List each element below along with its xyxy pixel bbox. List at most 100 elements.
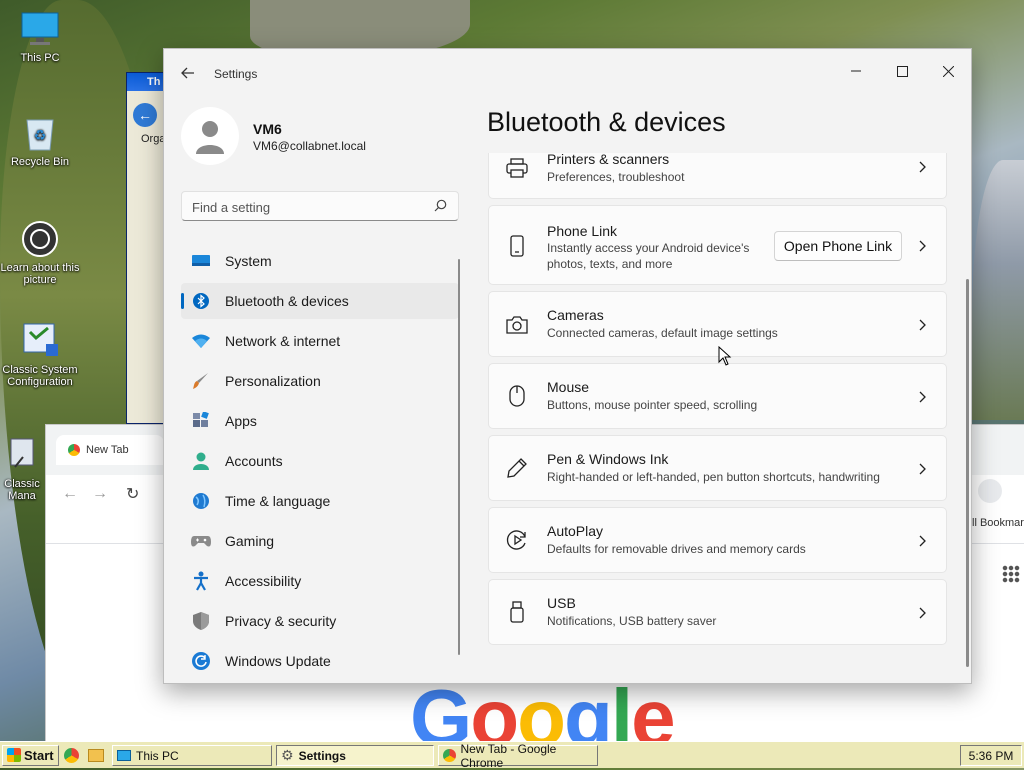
card-subtitle: Notifications, USB battery saver — [547, 614, 717, 628]
card-subtitle: Connected cameras, default image setting… — [547, 326, 778, 340]
taskbar: Start This PC ⚙ Settings New Tab - Googl… — [0, 741, 1024, 770]
brush-icon — [191, 371, 211, 391]
desktop-icon-label: This PC — [20, 52, 60, 64]
settings-titlebar[interactable]: Settings — [164, 49, 971, 97]
nav-item-accounts[interactable]: Accounts — [181, 443, 459, 479]
card-mouse[interactable]: Mouse Buttons, mouse pointer speed, scro… — [488, 363, 947, 429]
nav-item-label: Bluetooth & devices — [225, 293, 349, 309]
search-box[interactable] — [181, 191, 459, 222]
printer-icon — [505, 156, 529, 180]
clock[interactable]: 5:36 PM — [960, 745, 1022, 766]
back-arrow-icon[interactable] — [178, 63, 198, 83]
nav-item-label: Apps — [225, 413, 257, 429]
desktop-icon-recycle-bin[interactable]: ♻ Recycle Bin — [0, 114, 80, 168]
settings-window[interactable]: Settings VM6 VM6@collabnet.local System — [163, 48, 972, 684]
card-subtitle-line2: photos, texts, and more — [547, 257, 673, 271]
nav-item-label: Privacy & security — [225, 613, 337, 629]
chrome-quicklaunch-icon[interactable] — [64, 748, 79, 763]
nav-item-apps[interactable]: Apps — [181, 403, 459, 439]
chevron-right-icon — [916, 390, 930, 404]
nav-item-network[interactable]: Network & internet — [181, 323, 459, 359]
nav-item-bluetooth[interactable]: Bluetooth & devices — [181, 283, 459, 319]
svg-text:♻: ♻ — [34, 127, 47, 143]
open-phone-link-button[interactable]: Open Phone Link — [774, 231, 902, 261]
desktop-icon-label: Classic Mana — [4, 478, 40, 502]
settings-nav: System Bluetooth & devices Network & int… — [181, 243, 459, 683]
card-title: Cameras — [547, 307, 604, 323]
desktop-icon-learn-about[interactable]: Learn about this picture — [0, 220, 80, 286]
monitor-icon — [117, 750, 131, 761]
bluetooth-icon — [191, 291, 211, 311]
card-phone-link[interactable]: Phone Link Instantly access your Android… — [488, 205, 947, 285]
card-usb[interactable]: USB Notifications, USB battery saver — [488, 579, 947, 645]
nav-item-label: Accounts — [225, 453, 283, 469]
system-icon — [191, 251, 211, 271]
nav-item-system[interactable]: System — [181, 243, 459, 279]
taskbar-item-chrome[interactable]: New Tab - Google Chrome — [438, 742, 598, 770]
chevron-right-icon — [916, 534, 930, 548]
card-autoplay[interactable]: AutoPlay Defaults for removable drives a… — [488, 507, 947, 573]
shield-icon — [191, 611, 211, 631]
chrome-profile-icon[interactable] — [978, 479, 1002, 503]
desktop-icon-classic-system-config[interactable]: Classic System Configuration — [0, 322, 80, 388]
start-label: Start — [24, 747, 54, 763]
chrome-reload-icon[interactable]: ↻ — [126, 484, 139, 504]
search-icon[interactable] — [434, 199, 448, 213]
nav-item-gaming[interactable]: Gaming — [181, 523, 459, 559]
windows-logo-icon — [7, 748, 21, 762]
start-button[interactable]: Start — [2, 744, 59, 766]
update-icon — [191, 651, 211, 671]
card-pen-windows-ink[interactable]: Pen & Windows Ink Right-handed or left-h… — [488, 435, 947, 501]
card-subtitle: Preferences, troubleshoot — [547, 170, 685, 184]
search-input[interactable] — [182, 192, 434, 222]
desktop-icon-this-pc[interactable]: This PC — [0, 10, 80, 64]
chevron-right-icon — [916, 606, 930, 620]
nav-scrollbar[interactable] — [458, 259, 460, 655]
chrome-back-icon[interactable]: ← — [62, 485, 78, 503]
nav-item-label: Windows Update — [225, 653, 331, 669]
chevron-right-icon — [916, 239, 930, 253]
wifi-icon — [191, 331, 211, 351]
taskbar-item-this-pc[interactable]: This PC — [112, 745, 272, 766]
nav-item-label: Accessibility — [225, 573, 302, 589]
nav-item-label: Gaming — [225, 533, 275, 549]
desktop-icon-classic-manager[interactable]: Classic Mana — [0, 436, 44, 502]
card-subtitle: Right-handed or left-handed, pen button … — [547, 470, 880, 484]
nav-item-privacy[interactable]: Privacy & security — [181, 603, 459, 639]
chrome-forward-icon[interactable]: → — [92, 485, 108, 503]
close-button[interactable] — [925, 57, 971, 85]
desktop-icon-label: Classic System Configuration — [2, 364, 78, 388]
content-scrollbar[interactable] — [966, 279, 969, 667]
taskbar-item-settings[interactable]: ⚙ Settings — [276, 745, 434, 766]
card-printers-scanners[interactable]: Printers & scanners Preferences, trouble… — [488, 153, 947, 199]
nav-item-windows-update[interactable]: Windows Update — [181, 643, 459, 679]
camera-spot-icon — [19, 220, 61, 258]
card-title: Printers & scanners — [547, 153, 670, 167]
explorer-back-icon[interactable]: ← — [133, 103, 157, 127]
system-config-icon — [19, 322, 61, 360]
chrome-tab-new-tab[interactable]: New Tab — [56, 435, 164, 465]
gamepad-icon — [191, 531, 211, 551]
nav-item-accessibility[interactable]: Accessibility — [181, 563, 459, 599]
nav-item-personalization[interactable]: Personalization — [181, 363, 459, 399]
pen-icon — [505, 456, 529, 480]
avatar[interactable] — [181, 107, 239, 165]
minimize-button[interactable] — [833, 57, 879, 85]
camera-icon — [505, 313, 529, 337]
nav-item-time-language[interactable]: Time & language — [181, 483, 459, 519]
card-title: AutoPlay — [547, 523, 604, 539]
chrome-bookmarks-label[interactable]: ll Bookmark — [972, 517, 1024, 529]
gear-icon: ⚙ — [281, 747, 294, 763]
chrome-apps-icon[interactable] — [1002, 565, 1020, 583]
apps-icon — [191, 411, 211, 431]
card-subtitle: Buttons, mouse pointer speed, scrolling — [547, 398, 758, 412]
folder-quicklaunch-icon[interactable] — [88, 749, 104, 762]
user-email: VM6@collabnet.local — [253, 139, 366, 153]
chevron-right-icon — [916, 318, 930, 332]
card-subtitle: Defaults for removable drives and memory… — [547, 542, 806, 556]
nav-item-label: Personalization — [225, 373, 321, 389]
accounts-icon — [191, 451, 211, 471]
nav-item-label: Time & language — [225, 493, 331, 509]
globe-icon — [191, 491, 211, 511]
maximize-button[interactable] — [879, 57, 925, 85]
